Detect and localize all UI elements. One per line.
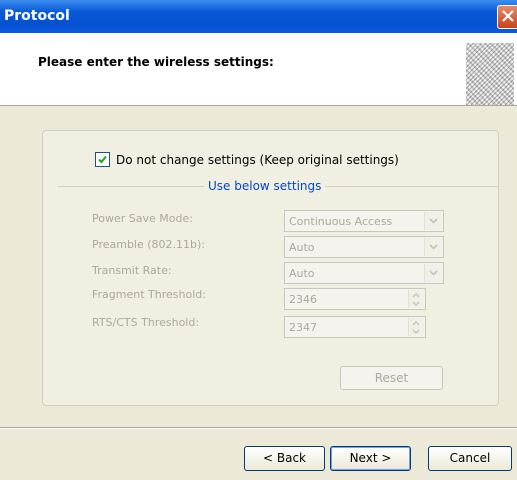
transmit-rate-select[interactable]: Auto	[284, 262, 444, 284]
arrow-up-icon	[412, 293, 420, 298]
close-icon	[502, 10, 514, 22]
rts-cts-threshold-label: RTS/CTS Threshold:	[92, 316, 200, 329]
keep-original-option[interactable]: Do not change settings (Keep original se…	[95, 152, 399, 167]
back-button[interactable]: < Back	[244, 446, 325, 471]
power-save-select[interactable]: Continuous Access	[284, 210, 444, 232]
fragment-threshold-value: 2346	[289, 293, 317, 306]
transmit-rate-label: Transmit Rate:	[92, 264, 172, 277]
fragment-threshold-stepper[interactable]: 2346	[284, 288, 426, 310]
cancel-button[interactable]: Cancel	[428, 446, 512, 471]
arrow-up-icon	[412, 321, 420, 326]
footer-separator	[0, 427, 517, 429]
rts-cts-threshold-stepper[interactable]: 2347	[284, 316, 426, 338]
chevron-down-icon	[429, 270, 438, 276]
close-button[interactable]	[497, 5, 517, 29]
header-logo-image	[466, 43, 514, 105]
keep-original-label: Do not change settings (Keep original se…	[116, 152, 399, 167]
fragment-threshold-label: Fragment Threshold:	[92, 288, 206, 301]
page-title: Please enter the wireless settings:	[38, 55, 274, 69]
reset-button[interactable]: Reset	[340, 366, 443, 390]
power-save-value: Continuous Access	[289, 215, 393, 228]
chevron-down-icon	[429, 218, 438, 224]
rts-cts-threshold-value: 2347	[289, 321, 317, 334]
wizard-header: Please enter the wireless settings:	[0, 33, 517, 106]
transmit-rate-dropdown-button[interactable]	[424, 264, 442, 282]
fragment-threshold-spin-buttons[interactable]	[408, 290, 424, 308]
chevron-down-icon	[429, 244, 438, 250]
keep-original-checkbox[interactable]	[95, 152, 110, 167]
transmit-rate-value: Auto	[289, 267, 315, 280]
window-title: Protocol	[4, 8, 70, 24]
group-label: Use below settings	[204, 179, 326, 193]
arrow-down-icon	[412, 301, 420, 306]
rts-cts-threshold-spin-buttons[interactable]	[408, 318, 424, 336]
preamble-dropdown-button[interactable]	[424, 238, 442, 256]
preamble-label: Preamble (802.11b):	[92, 238, 206, 251]
preamble-value: Auto	[289, 241, 315, 254]
title-bar: Protocol	[0, 0, 517, 33]
next-button[interactable]: Next >	[330, 446, 411, 471]
checkmark-icon	[98, 155, 107, 164]
arrow-down-icon	[412, 329, 420, 334]
power-save-label: Power Save Mode:	[92, 212, 193, 225]
preamble-select[interactable]: Auto	[284, 236, 444, 258]
power-save-dropdown-button[interactable]	[424, 212, 442, 230]
